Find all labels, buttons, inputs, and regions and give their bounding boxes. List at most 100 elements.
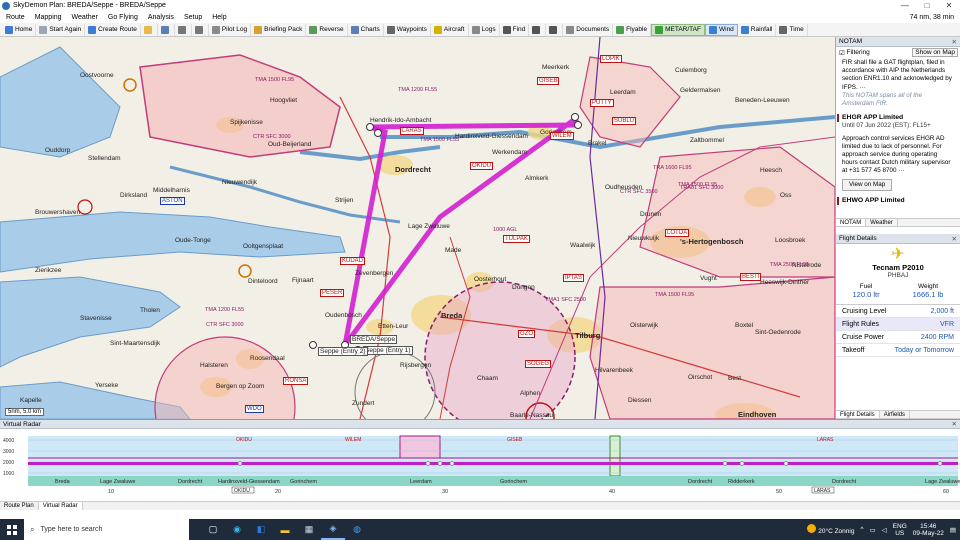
menu-weather[interactable]: Weather [72,14,98,21]
tab-virtual-radar[interactable]: Virtual Radar [38,502,83,510]
map-label: Drunen [640,211,662,218]
save-button[interactable] [158,23,175,36]
view-on-map-button[interactable]: View on Map [842,178,893,191]
explorer-icon[interactable]: ▬ [273,519,297,540]
maximize-button[interactable]: □ [916,1,938,10]
virtual-radar-close-icon[interactable]: ✕ [952,420,957,428]
charts-button[interactable]: Charts [348,23,384,36]
notam-item-ehgr-title[interactable]: EHGR APP Limited [837,114,954,123]
reporting-point-label[interactable]: ASTON [160,197,185,205]
route-point-label[interactable]: Seppe (Entry 2) [318,347,368,356]
weather-widget[interactable]: 20°C Zonnig [807,524,854,535]
store-icon[interactable]: ▦ [297,519,321,540]
start-again-button[interactable]: Start Again [36,23,86,36]
tab-weather[interactable]: Weather [866,219,898,226]
route-point-label[interactable]: BREDA/Seppe [350,335,397,344]
weight-block[interactable]: Weight 1666.1 lb [913,283,944,299]
start-button[interactable] [0,519,24,540]
reporting-point-label[interactable]: GZO [518,330,535,338]
virtual-radar-profile[interactable]: 4000 3000 2000 1000 OKIDU WILEM GISEB LARAS Bred… [0,430,960,502]
reporting-point-label[interactable]: SUBLU [612,117,637,125]
time-button[interactable]: Time [776,23,808,36]
rainfall-button[interactable]: Rainfall [738,23,777,36]
clock[interactable]: 15:46 09-May-22 [913,523,944,537]
menu-analysis[interactable]: Analysis [148,14,174,21]
menu-go-flying[interactable]: Go Flying [108,14,138,21]
volume-icon[interactable]: ◁ [882,526,887,534]
reporting-point-label[interactable]: LARAS [400,127,424,135]
skydemon-task-icon[interactable]: ◈ [321,519,345,540]
menu-setup[interactable]: Setup [184,14,202,21]
notifications-icon[interactable]: ▤ [950,526,956,534]
logs-button[interactable]: Logs [469,23,500,36]
map-label: Strijen [335,197,354,204]
briefing-pack-button[interactable]: Briefing Pack [251,23,307,36]
reporting-point-label[interactable]: RONSA [283,377,309,385]
menu-route[interactable]: Route [6,14,25,21]
fuel-block[interactable]: Fuel 120.0 ltr [853,283,880,299]
find-button[interactable]: Find [500,23,530,36]
notam-item-ehwo-title[interactable]: EHWO APP Limited [837,196,954,206]
tab-route-plan[interactable]: Route Plan [0,502,39,510]
reporting-point-label[interactable]: WDO [245,405,264,413]
notam-list[interactable]: FIR shall file a GAT flightplan, filed i… [836,58,960,218]
tab-notam[interactable]: NOTAM [836,219,867,226]
airspace-label: CTR SFC 3000 [206,322,244,328]
minimize-button[interactable]: — [894,1,916,10]
reporting-point-label[interactable]: LOTOA [665,229,690,237]
tab-airfields[interactable]: Airfields [880,411,911,418]
home-button[interactable]: Home [2,23,37,36]
reporting-point-label[interactable]: PESER [320,289,345,297]
aircraft-button[interactable]: Aircraft [431,23,469,36]
documents-button[interactable]: Documents [563,23,614,36]
create-route-button[interactable]: Create Route [85,23,141,36]
aircraft-name[interactable]: Tecnam P2010 [836,263,960,272]
flight-details-close-icon[interactable]: ✕ [952,235,957,243]
tab-flight-details[interactable]: Flight Details [836,411,880,418]
find-icon [502,25,511,34]
reporting-point-label[interactable]: BESTI [740,273,762,281]
reverse-button[interactable]: Reverse [306,23,348,36]
notam-close-icon[interactable]: ✕ [952,38,957,46]
takeoff-row[interactable]: Takeoff Today or Tomorrow [836,344,960,357]
reporting-point-label[interactable]: GISEB [537,77,560,85]
flyable-button[interactable]: Flyable [613,23,652,36]
filter-checkbox[interactable]: ☑ [839,49,847,57]
taskbar-search[interactable]: ⌕ Type here to search [24,519,189,540]
task-view-icon[interactable]: ▢ [201,519,225,540]
flight-rules-row[interactable]: Flight Rules VFR [836,318,960,331]
map-view[interactable]: 5nm, 5.0 km Oostvoorne Spijkenisse Hoogvli… [0,37,835,419]
menu-help[interactable]: Help [212,14,226,21]
open-button[interactable] [141,23,158,36]
wind-button[interactable]: Wind [704,23,738,36]
reporting-point-label[interactable]: LOPIK [600,55,622,63]
reporting-point-label[interactable]: TULPAK [503,235,530,243]
show-on-map-button[interactable]: Show on Map [912,48,958,57]
reporting-point-label[interactable]: IPTAS [563,274,584,282]
reporting-point-label[interactable]: SOGEG [525,360,552,368]
reporting-point-label[interactable]: PUTTY [590,99,614,107]
language-indicator[interactable]: ENG US [893,523,907,537]
redo-button[interactable] [192,23,209,36]
waypoints-button[interactable]: Waypoints [384,23,431,36]
aircraft-icon[interactable]: ✈ [836,247,960,263]
route-waypoint [574,121,582,129]
close-button[interactable]: ✕ [938,1,960,10]
outlook-icon[interactable]: ◧ [249,519,273,540]
pilot-log-button[interactable]: Pilot Log [209,23,252,36]
tray-chevron-icon[interactable]: ^ [860,526,863,533]
edge-icon[interactable]: ◉ [225,519,249,540]
cruising-level-row[interactable]: Cruising Level 2,000 ft [836,305,960,318]
undo-button[interactable] [175,23,192,36]
reporting-point-label[interactable]: OKIDU [470,162,494,170]
network-icon[interactable]: ▭ [870,526,876,534]
app-icon-blue[interactable]: ◍ [345,519,369,540]
zoom-in-button[interactable] [529,23,547,36]
menu-mapping[interactable]: Mapping [35,14,62,21]
cruise-power-row[interactable]: Cruise Power 2400 RPM [836,331,960,344]
route-point-label[interactable]: Seppe (Entry 1) [363,346,413,355]
zoom-out-button[interactable] [546,23,564,36]
reporting-point-label[interactable]: WILEM [550,132,574,140]
reporting-point-label[interactable]: KUDAD [340,257,366,265]
metar-taf-button[interactable]: METAR/TAF [651,23,705,36]
